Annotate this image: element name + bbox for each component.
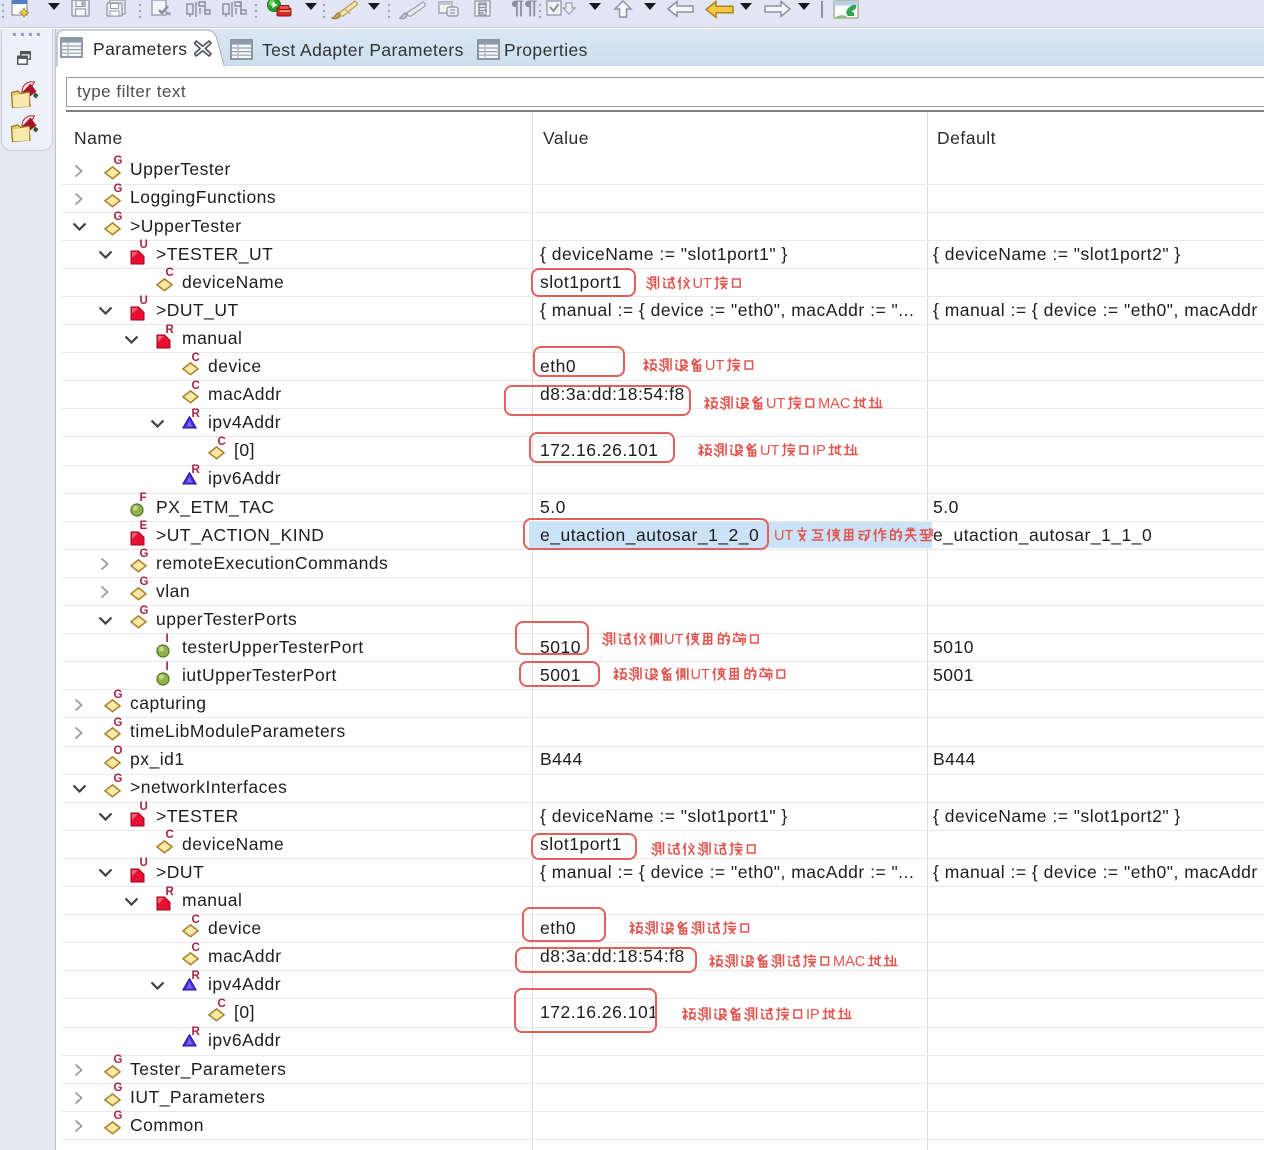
svg-text:UT: UT	[693, 276, 712, 292]
svg-text:IP: IP	[812, 443, 826, 459]
svg-text:UT: UT	[774, 528, 793, 544]
svg-text:MAC: MAC	[818, 396, 850, 412]
svg-text:UT: UT	[664, 632, 683, 648]
svg-text:UT: UT	[691, 667, 710, 683]
svg-text:IP: IP	[806, 1007, 820, 1023]
svg-text:UT: UT	[705, 358, 724, 374]
svg-text:UT: UT	[766, 396, 785, 412]
svg-text:UT: UT	[760, 443, 779, 459]
svg-text:MAC: MAC	[833, 954, 865, 970]
